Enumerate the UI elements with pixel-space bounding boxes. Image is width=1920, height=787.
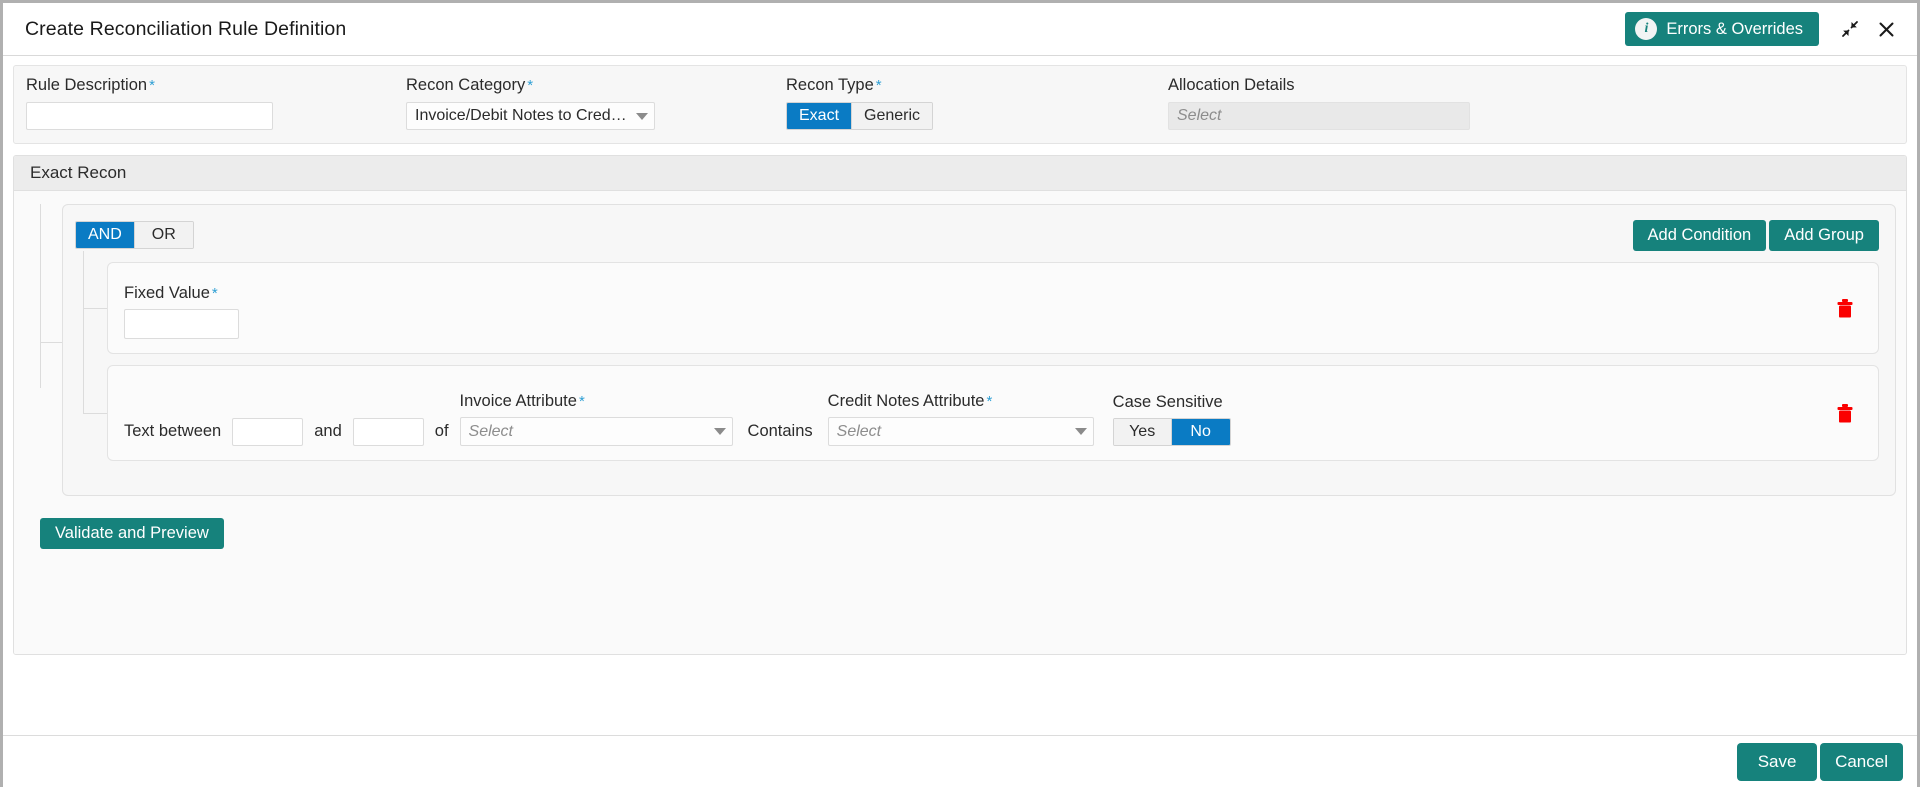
collapse-icon[interactable]	[1833, 12, 1867, 46]
recon-type-option-generic[interactable]: Generic	[852, 103, 933, 129]
field-recon-type: Recon Type * Exact Generic	[786, 76, 1168, 130]
field-credit-notes-attribute: Credit Notes Attribute * Select	[827, 392, 1094, 446]
recon-category-select[interactable]: Invoice/Debit Notes to Credit No...	[406, 102, 655, 130]
chevron-down-icon	[713, 428, 726, 435]
dialog-window: Create Reconciliation Rule Definition i …	[0, 0, 1920, 787]
required-asterisk: *	[578, 393, 585, 410]
fixed-value-label: Fixed Value *	[124, 284, 218, 302]
and-label: and	[314, 422, 342, 440]
required-asterisk: *	[875, 77, 882, 94]
exact-recon-header: Exact Recon	[14, 156, 1906, 191]
condition-connector	[75, 354, 107, 461]
credit-notes-attribute-select[interactable]: Select	[827, 417, 1094, 446]
credit-notes-attribute-label: Credit Notes Attribute *	[827, 392, 993, 410]
field-allocation-details: Allocation Details Select	[1168, 76, 1548, 130]
exact-recon-title: Exact Recon	[30, 163, 127, 182]
group-box: AND OR Add Condition Add Group Fixed Val…	[62, 204, 1896, 496]
condition-group: AND OR Add Condition Add Group Fixed Val…	[29, 204, 1896, 496]
logic-toggle: AND OR	[75, 221, 194, 249]
condition-row: Fixed Value *	[107, 262, 1879, 354]
close-icon[interactable]	[1869, 12, 1903, 46]
top-fields-panel: Rule Description * Recon Category * Invoic…	[13, 65, 1907, 144]
required-asterisk: *	[527, 77, 534, 94]
field-recon-category: Recon Category * Invoice/Debit Notes to C…	[406, 76, 786, 130]
recon-category-value: Invoice/Debit Notes to Credit No...	[415, 107, 630, 124]
invoice-attribute-label: Invoice Attribute *	[459, 392, 585, 410]
exact-recon-section: Exact Recon AND OR Add Condition Add Gro…	[13, 155, 1907, 655]
rule-description-input[interactable]	[26, 102, 273, 130]
recon-type-label: Recon Type *	[786, 76, 882, 94]
required-asterisk: *	[149, 77, 155, 94]
condition-row-wrapper: Text between and of Invoice Attribute * …	[75, 354, 1879, 461]
required-asterisk: *	[211, 285, 218, 302]
validate-row: Validate and Preview	[29, 496, 1896, 549]
text-between-label: Text between	[124, 422, 222, 440]
save-button[interactable]: Save	[1737, 742, 1818, 781]
add-group-button[interactable]: Add Group	[1769, 219, 1879, 251]
condition-connector	[75, 251, 107, 363]
errors-and-overrides-button[interactable]: i Errors & Overrides	[1625, 12, 1819, 46]
case-sensitive-option-yes[interactable]: Yes	[1113, 419, 1172, 445]
text-between-to-input[interactable]	[352, 418, 424, 446]
fixed-value-input[interactable]	[124, 309, 239, 339]
case-sensitive-option-no[interactable]: No	[1171, 419, 1230, 445]
logic-option-and[interactable]: AND	[76, 222, 135, 248]
credit-notes-attribute-value: Select	[836, 422, 882, 440]
dialog-footer: Save Cancel	[3, 735, 1917, 787]
info-icon: i	[1635, 18, 1658, 40]
field-case-sensitive: Case Sensitive Yes No	[1112, 393, 1231, 446]
allocation-details-placeholder: Select	[1177, 107, 1222, 124]
group-toolbar: AND OR Add Condition Add Group	[75, 219, 1879, 251]
delete-condition-icon[interactable]	[1834, 402, 1856, 424]
chevron-down-icon	[636, 112, 648, 120]
dialog-body: Rule Description * Recon Category * Invoic…	[3, 56, 1917, 735]
of-label: of	[434, 422, 449, 440]
invoice-attribute-value: Select	[468, 422, 513, 440]
cancel-button[interactable]: Cancel	[1820, 742, 1903, 781]
field-rule-description: Rule Description *	[26, 76, 406, 130]
rule-description-label: Rule Description *	[26, 76, 155, 94]
logic-option-or[interactable]: OR	[134, 222, 193, 248]
allocation-details-label: Allocation Details	[1168, 76, 1295, 94]
errors-and-overrides-label: Errors & Overrides	[1666, 19, 1803, 38]
title-bar: Create Reconciliation Rule Definition i …	[3, 3, 1917, 56]
required-asterisk: *	[986, 393, 993, 410]
chevron-down-icon	[1074, 428, 1087, 435]
allocation-details-input[interactable]: Select	[1168, 102, 1470, 130]
condition-row: Text between and of Invoice Attribute * …	[107, 365, 1879, 461]
case-sensitive-label: Case Sensitive	[1112, 393, 1223, 411]
invoice-attribute-select[interactable]: Select	[459, 417, 733, 446]
group-connector	[29, 204, 62, 496]
recon-type-toggle: Exact Generic	[786, 102, 934, 130]
field-fixed-value: Fixed Value *	[124, 284, 239, 339]
condition-row-wrapper: Fixed Value *	[75, 251, 1879, 363]
text-between-from-input[interactable]	[232, 418, 304, 446]
delete-condition-icon[interactable]	[1834, 297, 1856, 319]
exact-recon-body: AND OR Add Condition Add Group Fixed Val…	[14, 191, 1906, 654]
operator-label: Contains	[747, 422, 813, 440]
page-title: Create Reconciliation Rule Definition	[25, 17, 347, 40]
add-condition-button[interactable]: Add Condition	[1632, 219, 1767, 251]
recon-category-label: Recon Category *	[406, 76, 534, 94]
field-invoice-attribute: Invoice Attribute * Select	[459, 392, 733, 446]
recon-type-option-exact[interactable]: Exact	[787, 103, 853, 129]
validate-and-preview-button[interactable]: Validate and Preview	[40, 518, 224, 549]
case-sensitive-toggle: Yes No	[1112, 418, 1231, 446]
